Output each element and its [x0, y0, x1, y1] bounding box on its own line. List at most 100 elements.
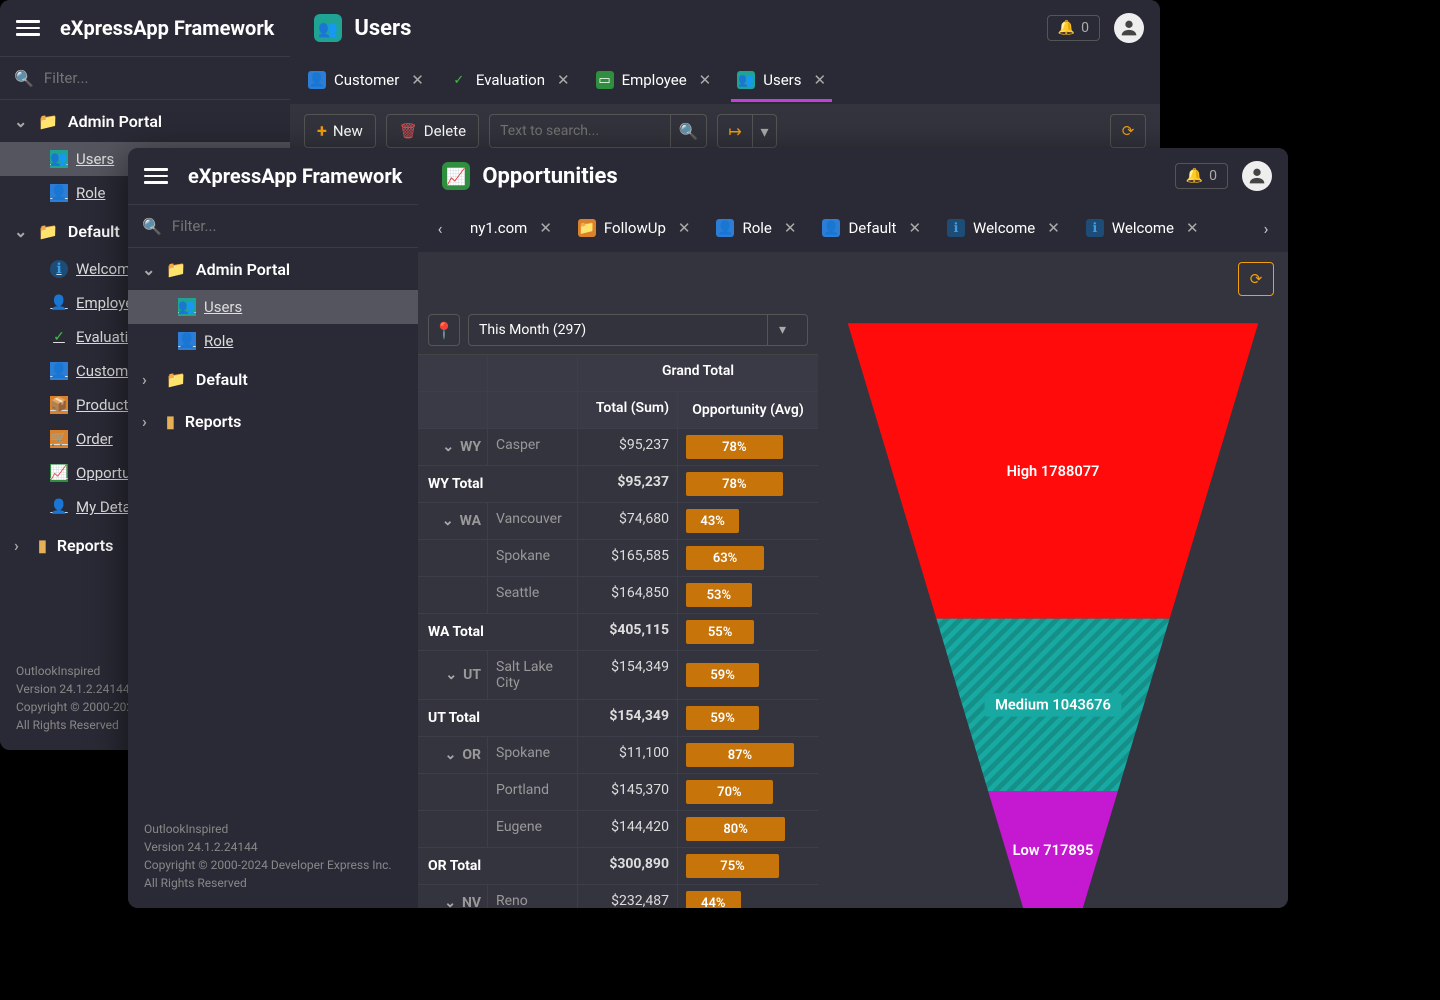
funnel-label: Low 717895	[1013, 841, 1094, 859]
pivot-row: ⌄ ORSpokane$11,10087%	[418, 737, 818, 774]
person-icon: 👤	[716, 219, 734, 237]
tab-partial[interactable]: ny1.com✕	[460, 206, 562, 250]
pivot-table: Grand Total Total (Sum) Opportunity (Avg…	[418, 354, 818, 908]
tab-default[interactable]: 👤Default✕	[812, 206, 931, 250]
delete-button[interactable]: 🗑Delete	[386, 114, 479, 148]
tab-welcome1[interactable]: ℹWelcome✕	[937, 206, 1070, 250]
tab-evaluation[interactable]: ✓Evaluation✕	[440, 58, 580, 102]
collapse-icon[interactable]: ⌄	[444, 895, 456, 908]
funnel-label: Medium 1043676	[995, 696, 1111, 714]
close-icon[interactable]: ✕	[557, 71, 570, 89]
export-dropdown[interactable]: ↦ ▾	[717, 114, 777, 148]
person-icon: 👤	[50, 362, 68, 380]
close-icon[interactable]: ✕	[814, 71, 827, 89]
cart-icon: 🛒	[50, 430, 68, 448]
close-icon[interactable]: ✕	[678, 219, 691, 237]
search-icon: 🔍	[14, 69, 34, 88]
tab-users[interactable]: 👥Users✕	[727, 58, 836, 102]
folder-icon: 📁	[38, 112, 58, 131]
export-icon[interactable]: ↦	[717, 114, 753, 148]
tab-role[interactable]: 👤Role✕	[706, 206, 806, 250]
toolbar: ⟳	[418, 252, 1288, 306]
pivot-panel: 📍 This Month (297) ▾ Grand Total	[418, 306, 818, 908]
person-icon: 👤	[308, 71, 326, 89]
nav-admin-portal[interactable]: ⌄ 📁 Admin Portal	[0, 100, 290, 142]
chart-icon: 📈	[442, 162, 470, 190]
new-button[interactable]: +New	[304, 114, 376, 148]
sidebar-item-role[interactable]: 👤Role	[128, 324, 418, 358]
filter-input[interactable]	[44, 69, 276, 87]
pivot-row: ⌄ NVReno$232,48744%	[418, 885, 818, 908]
filter-box: 🔍	[128, 204, 418, 248]
location-pin-button[interactable]: 📍	[428, 314, 460, 346]
pivot-row: OR Total$300,89075%	[418, 848, 818, 885]
collapse-icon[interactable]: ⌄	[442, 513, 454, 529]
search-box: 🔍	[489, 114, 707, 148]
id-icon: ▭	[596, 71, 614, 89]
refresh-button[interactable]: ⟳	[1238, 262, 1274, 296]
chevron-down-icon: ⌄	[14, 222, 28, 241]
collapse-icon[interactable]: ⌄	[442, 439, 454, 455]
nav-default[interactable]: › 📁 Default	[128, 358, 418, 400]
info-icon: ℹ	[50, 260, 68, 278]
sidebar-footer: OutlookInspired Version 24.1.2.24144 Cop…	[128, 804, 418, 908]
sidebar-item-users[interactable]: 👥Users	[128, 290, 418, 324]
user-avatar[interactable]	[1114, 13, 1144, 43]
nav-admin-portal[interactable]: ⌄ 📁 Admin Portal	[128, 248, 418, 290]
search-icon[interactable]: 🔍	[670, 115, 706, 147]
reports-folder-icon: ▮	[38, 536, 47, 555]
filter-box: 🔍	[0, 56, 290, 100]
pivot-row: WY Total$95,23778%	[418, 466, 818, 503]
tab-welcome2[interactable]: ℹWelcome✕	[1076, 206, 1209, 250]
box-icon: 📦	[50, 396, 68, 414]
funnel-label: High 1788077	[1007, 462, 1100, 480]
pivot-row: ⌄ UTSalt Lake City$154,34959%	[418, 651, 818, 700]
person-icon: 👤	[50, 294, 68, 312]
close-icon[interactable]: ✕	[1186, 219, 1199, 237]
close-icon[interactable]: ✕	[1047, 219, 1060, 237]
chevron-down-icon: ▾	[767, 315, 797, 345]
close-icon[interactable]: ✕	[411, 71, 424, 89]
pivot-row: Portland$145,37070%	[418, 774, 818, 811]
chevron-down-icon[interactable]: ▾	[753, 114, 777, 148]
chevron-right-icon: ›	[142, 370, 156, 389]
check-icon: ✓	[50, 328, 68, 346]
close-icon[interactable]: ✕	[784, 219, 797, 237]
pivot-header-row: Total (Sum) Opportunity (Avg)	[418, 392, 818, 429]
filter-input[interactable]	[172, 217, 404, 235]
info-icon: ℹ	[1086, 219, 1104, 237]
scroll-right-icon[interactable]: ›	[1252, 209, 1280, 247]
menu-icon[interactable]	[16, 16, 40, 40]
pivot-row: Seattle$164,85053%	[418, 577, 818, 614]
chart-icon: 📈	[50, 464, 68, 482]
chevron-right-icon: ›	[14, 536, 28, 555]
menu-icon[interactable]	[144, 164, 168, 188]
person-icon	[1118, 17, 1140, 39]
pivot-row: Spokane$165,58563%	[418, 540, 818, 577]
search-input[interactable]	[490, 123, 670, 139]
tab-customer[interactable]: 👤Customer✕	[298, 58, 434, 102]
notifications-button[interactable]: 🔔 0	[1047, 15, 1100, 41]
close-icon[interactable]: ✕	[539, 219, 552, 237]
person-icon: 👤	[50, 498, 68, 516]
refresh-button[interactable]: ⟳	[1110, 114, 1146, 148]
notif-count: 0	[1081, 20, 1089, 36]
scroll-left-icon[interactable]: ‹	[426, 209, 454, 247]
folder-icon: 📁	[38, 222, 58, 241]
close-icon[interactable]: ✕	[699, 71, 712, 89]
period-dropdown[interactable]: This Month (297) ▾	[468, 314, 808, 346]
page-title: Opportunities	[482, 164, 617, 189]
tab-bar: ‹ ny1.com✕ 📁FollowUp✕ 👤Role✕ 👤Default✕ ℹ…	[418, 204, 1288, 252]
collapse-icon[interactable]: ⌄	[445, 747, 457, 763]
tab-followup[interactable]: 📁FollowUp✕	[568, 206, 701, 250]
users-icon: 👥	[50, 150, 68, 168]
brand-label: eXpressApp Framework	[60, 16, 274, 40]
close-icon[interactable]: ✕	[908, 219, 921, 237]
nav-reports[interactable]: › ▮ Reports	[128, 400, 418, 442]
collapse-icon[interactable]: ⌄	[445, 667, 457, 683]
user-avatar[interactable]	[1242, 161, 1272, 191]
notifications-button[interactable]: 🔔 0	[1175, 163, 1228, 189]
tab-employee[interactable]: ▭Employee✕	[586, 58, 722, 102]
pivot-header-row: Grand Total	[418, 355, 818, 392]
sidebar: 🔍 ⌄ 📁 Admin Portal 👥Users 👤Role › 📁 Defa…	[128, 204, 418, 908]
